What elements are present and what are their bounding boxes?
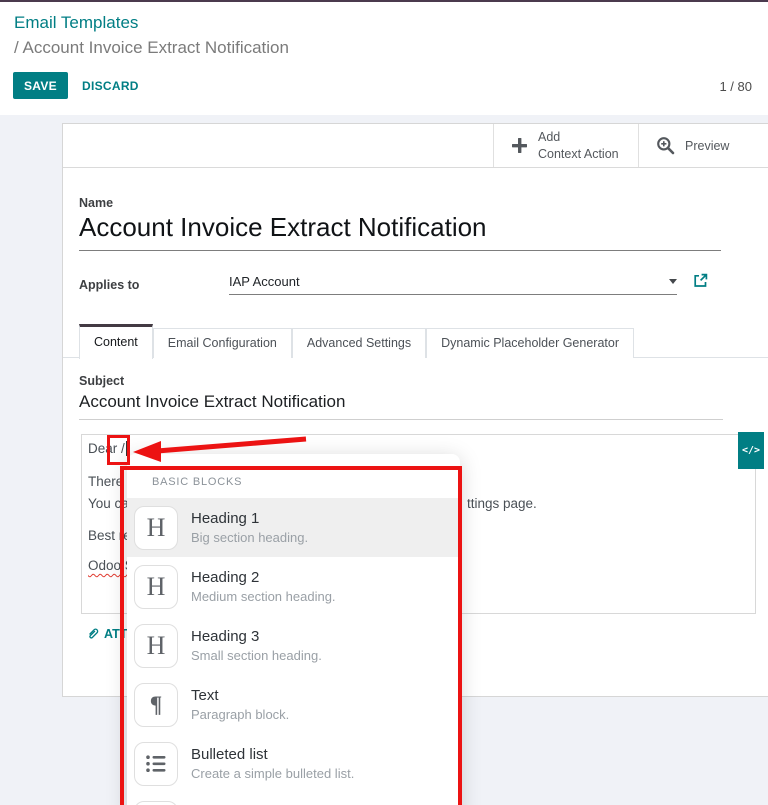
paperclip-icon bbox=[86, 627, 100, 641]
discard-button[interactable]: DISCARD bbox=[82, 72, 139, 99]
heading-icon: H bbox=[134, 506, 178, 550]
code-view-toggle-button[interactable]: </> bbox=[738, 432, 764, 469]
body-slash-command: / bbox=[121, 441, 125, 456]
bulleted-list-icon bbox=[134, 742, 178, 786]
powerbox-popup: BASIC BLOCKS H Heading 1 Big section hea… bbox=[127, 454, 460, 805]
tab-content[interactable]: Content bbox=[79, 324, 153, 359]
notebook-tabs: Content Email Configuration Advanced Set… bbox=[79, 324, 634, 358]
body-text-fragment: There bbox=[88, 474, 123, 489]
body-text-dear: Dear bbox=[88, 441, 117, 456]
applies-to-field-label: Applies to bbox=[79, 278, 139, 292]
powerbox-section-label: BASIC BLOCKS bbox=[152, 476, 242, 488]
subject-input[interactable]: Account Invoice Extract Notification bbox=[79, 392, 723, 420]
attachments-button[interactable]: ATT bbox=[86, 627, 127, 641]
powerbox-item-title: Heading 1 bbox=[191, 510, 308, 527]
attachments-label: ATT bbox=[104, 627, 127, 641]
powerbox-item-desc: Paragraph block. bbox=[191, 707, 289, 722]
text-cursor bbox=[126, 441, 127, 456]
powerbox-item-desc: Small section heading. bbox=[191, 648, 322, 663]
add-context-action-button[interactable]: Add Context Action bbox=[511, 124, 619, 167]
powerbox-item-bulleted-list[interactable]: Bulleted list Create a simple bulleted l… bbox=[127, 734, 460, 793]
powerbox-item-partial[interactable] bbox=[127, 793, 460, 805]
applies-to-select[interactable]: IAP Account bbox=[229, 274, 677, 295]
subject-field-label: Subject bbox=[79, 374, 124, 388]
powerbox-item-desc: Create a simple bulleted list. bbox=[191, 766, 354, 781]
name-field-label: Name bbox=[79, 196, 113, 210]
heading-icon: H bbox=[134, 565, 178, 609]
toolbar-divider bbox=[493, 124, 494, 167]
heading-icon: H bbox=[134, 624, 178, 668]
add-context-action-label-line1: Add bbox=[538, 130, 560, 144]
zoom-in-icon bbox=[656, 136, 675, 155]
powerbox-item-heading2[interactable]: H Heading 2 Medium section heading. bbox=[127, 557, 460, 616]
breadcrumb-root[interactable]: Email Templates bbox=[14, 13, 138, 33]
top-navbar-edge bbox=[0, 0, 768, 2]
tab-advanced-settings[interactable]: Advanced Settings bbox=[292, 328, 426, 358]
block-icon bbox=[134, 801, 178, 805]
toolbar-divider bbox=[638, 124, 639, 167]
tab-email-configuration[interactable]: Email Configuration bbox=[153, 328, 292, 358]
form-toolbar: Add Context Action Preview bbox=[63, 124, 768, 168]
preview-label: Preview bbox=[685, 139, 729, 153]
powerbox-item-title: Bulleted list bbox=[191, 746, 354, 763]
powerbox-item-title: Text bbox=[191, 687, 289, 704]
save-button[interactable]: SAVE bbox=[13, 72, 68, 99]
powerbox-item-heading1[interactable]: H Heading 1 Big section heading. bbox=[127, 498, 460, 557]
record-pager[interactable]: 1 / 80 bbox=[719, 79, 752, 94]
preview-button[interactable]: Preview bbox=[656, 124, 729, 167]
powerbox-item-text[interactable]: ¶ Text Paragraph block. bbox=[127, 675, 460, 734]
external-link-icon[interactable] bbox=[693, 273, 708, 288]
body-text-fragment: Best re bbox=[88, 528, 131, 543]
paragraph-icon: ¶ bbox=[134, 683, 178, 727]
powerbox-item-desc: Big section heading. bbox=[191, 530, 308, 545]
powerbox-item-title: Heading 3 bbox=[191, 628, 322, 645]
caret-down-icon bbox=[669, 279, 677, 284]
body-text-fragment: You ca bbox=[88, 496, 129, 511]
powerbox-item-heading3[interactable]: H Heading 3 Small section heading. bbox=[127, 616, 460, 675]
powerbox-item-title: Heading 2 bbox=[191, 569, 336, 586]
add-context-action-label-line2: Context Action bbox=[538, 147, 619, 161]
tab-dynamic-placeholder-generator[interactable]: Dynamic Placeholder Generator bbox=[426, 328, 634, 358]
applies-to-value: IAP Account bbox=[229, 274, 300, 289]
name-input[interactable]: Account Invoice Extract Notification bbox=[79, 212, 721, 251]
body-text-fragment: ttings page. bbox=[467, 496, 537, 511]
powerbox-item-desc: Medium section heading. bbox=[191, 589, 336, 604]
breadcrumb-current: / Account Invoice Extract Notification bbox=[14, 38, 289, 58]
plus-icon bbox=[511, 137, 528, 154]
